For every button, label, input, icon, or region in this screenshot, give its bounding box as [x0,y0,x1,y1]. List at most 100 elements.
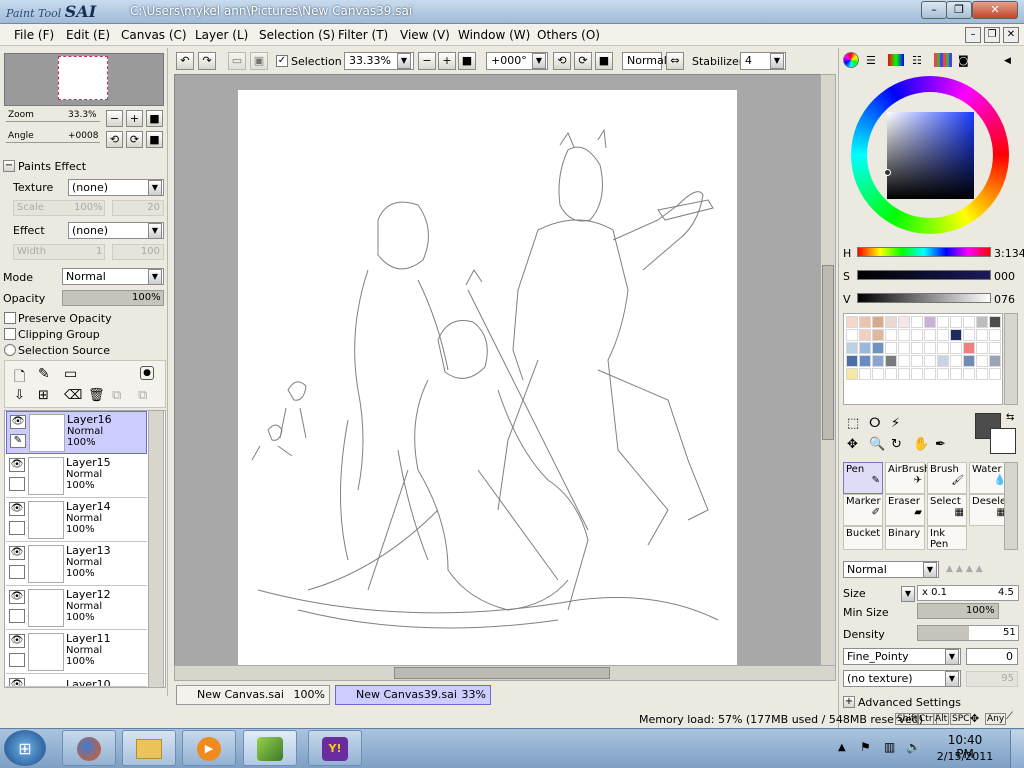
zoom-slider[interactable] [6,110,100,122]
color-swatch[interactable] [989,329,1001,341]
color-swatch[interactable] [911,316,923,328]
color-swatch[interactable] [950,368,962,380]
copy-layer-icon[interactable]: ⧉ [112,388,121,403]
color-swatch[interactable] [989,355,1001,367]
brush-shape-icons[interactable]: ▲▲▲▲ [946,564,1016,576]
redo-icon[interactable]: ↷ [198,52,216,70]
transfer-down-icon[interactable]: ⇩ [14,388,25,403]
edit-pencil-icon[interactable] [9,521,25,535]
new-linework-layer-icon[interactable]: ✎ [38,366,50,382]
navigator-viewport[interactable] [58,56,108,100]
collapse-icon[interactable]: − [3,160,15,172]
menu-layer[interactable]: Layer (L) [195,28,248,42]
zoom-dropdown-icon[interactable]: ▼ [397,53,411,69]
undo-icon[interactable]: ↶ [176,52,194,70]
swap-colors-icon[interactable]: ⇆ [1006,412,1014,423]
network-icon[interactable]: ▥ [884,740,895,754]
hsv-slider-icon[interactable] [888,54,904,66]
menu-others[interactable]: Others (O) [537,28,600,42]
hand-icon[interactable]: ✋ [913,437,929,452]
doc-close-button[interactable]: ✕ [1003,27,1019,43]
show-desktop-button[interactable] [1010,730,1024,768]
color-swatch[interactable] [898,355,910,367]
color-swatch[interactable] [950,355,962,367]
color-swatch[interactable] [898,342,910,354]
canvas-paper[interactable] [238,90,737,665]
rotation-dropdown-icon[interactable]: ▼ [532,53,546,69]
magic-wand-icon[interactable]: ⚡ [891,416,900,431]
visibility-eye-icon[interactable]: 👁 [10,415,26,429]
rgb-slider-icon[interactable]: ☰ [866,54,876,67]
color-swatch[interactable] [937,368,949,380]
color-swatch[interactable] [872,342,884,354]
clear-layer-icon[interactable]: ⌫ [64,388,82,403]
color-swatch[interactable] [859,342,871,354]
deselect-icon[interactable]: ▭ [228,52,246,70]
delete-layer-icon[interactable]: 🗑 [88,388,105,403]
color-swatch[interactable] [924,329,936,341]
s-slider[interactable] [857,270,991,280]
swatch-scrollbar[interactable] [1004,313,1018,405]
lasso-icon[interactable]: ⵔ [869,416,881,431]
color-swatch[interactable] [963,329,975,341]
color-swatch[interactable] [950,342,962,354]
color-swatch[interactable] [911,368,923,380]
color-swatch[interactable] [911,329,923,341]
visibility-eye-icon[interactable]: 👁 [9,590,25,604]
color-swatch[interactable] [846,368,858,380]
new-layer-icon[interactable]: 🗋 [14,366,25,390]
color-swatch[interactable] [963,355,975,367]
color-swatch[interactable] [976,368,988,380]
brush-texture-select[interactable]: (no texture) [843,670,961,687]
tool-bucket[interactable]: Bucket [843,526,883,550]
color-swatch[interactable] [924,342,936,354]
color-swatch[interactable] [846,329,858,341]
color-swatch[interactable] [989,342,1001,354]
menu-selection[interactable]: Selection (S) [259,28,335,42]
tool-palette-scrollbar[interactable] [1004,462,1018,550]
color-swatch[interactable] [846,342,858,354]
resize-grip-icon[interactable]: ⟋ [1006,711,1013,722]
tool-pen[interactable]: Pen ✎ [843,462,883,494]
edit-pencil-icon[interactable] [9,653,25,667]
size-dropdown-icon[interactable]: ▼ [901,586,915,602]
edit-pencil-icon[interactable] [9,609,25,623]
brush-shape-dropdown-icon[interactable]: ▼ [945,649,959,665]
advanced-settings-label[interactable]: Advanced Settings [858,696,961,709]
color-swatch[interactable] [872,355,884,367]
eyedropper-icon[interactable]: ✒ [935,437,946,452]
show-hidden-icons-icon[interactable]: ▲ [838,742,846,753]
paste-layer-icon[interactable]: ⧉ [138,388,147,403]
nav-rotate-reset-icon[interactable]: ■ [146,131,163,148]
color-swatch[interactable] [859,355,871,367]
layer-row-16[interactable]: 👁 ✎ Layer16 Normal 100% [6,411,147,454]
mode-dropdown-icon[interactable]: ▼ [148,269,162,285]
color-swatch[interactable] [976,355,988,367]
tab-new-canvas39[interactable]: New Canvas39.sai 33% [335,685,491,705]
menu-file[interactable]: File (F) [14,28,54,42]
selection-source-radio[interactable] [4,344,16,356]
firefox-taskbar-icon[interactable] [62,730,116,766]
layer-row-14[interactable]: 👁 Layer14 Normal 100% [6,499,147,542]
visibility-eye-icon[interactable]: 👁 [9,502,25,516]
color-swatch[interactable] [872,329,884,341]
edit-pencil-icon[interactable] [9,477,25,491]
color-swatch[interactable] [989,368,1001,380]
yahoo-messenger-taskbar-icon[interactable]: Y! [308,730,362,766]
layer-row-13[interactable]: 👁 Layer13 Normal 100% [6,543,147,586]
effect-dropdown-icon[interactable]: ▼ [148,223,162,239]
maximize-button[interactable]: ❐ [946,1,972,19]
start-button-icon[interactable]: ⊞ [4,730,46,766]
color-swatch[interactable] [963,368,975,380]
color-swatch[interactable] [937,329,949,341]
layer-mask-icon[interactable]: ● [140,366,154,380]
tab-new-canvas[interactable]: New Canvas.sai 100% [176,685,330,705]
color-swatch[interactable] [859,368,871,380]
tool-binary[interactable]: Binary [885,526,925,550]
nav-zoom-in-icon[interactable]: + [126,110,143,127]
nav-rotate-left-icon[interactable]: ⟲ [106,131,123,148]
doc-minimize-button[interactable]: – [965,27,981,43]
volume-icon[interactable]: 🔊 [906,740,921,754]
layer-row-15[interactable]: 👁 Layer15 Normal 100% [6,455,147,498]
sub-color-swatch[interactable] [990,428,1016,454]
